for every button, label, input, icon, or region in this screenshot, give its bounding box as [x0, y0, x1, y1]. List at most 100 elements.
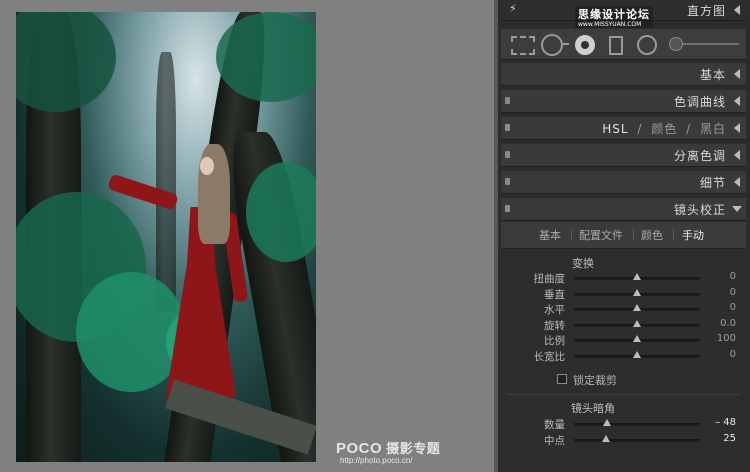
slider-label: 水平: [544, 304, 565, 317]
slider-knob[interactable]: [633, 288, 641, 296]
panel-switch-icon[interactable]: [505, 124, 510, 131]
lens-tab-basic[interactable]: 基本: [539, 227, 561, 243]
lens-subtabs: 基本 配置文件 颜色 手动: [501, 222, 746, 249]
slash-separator: /: [637, 122, 643, 136]
panel-header-label: 基本: [699, 68, 726, 82]
slider-row: 垂直 0: [501, 286, 746, 302]
slider-value[interactable]: 25: [723, 433, 736, 444]
slider-value[interactable]: 0: [730, 349, 736, 360]
crop-overlay-icon[interactable]: [511, 36, 535, 55]
slider-knob[interactable]: [633, 319, 641, 327]
slider-row: 长宽比 0: [501, 348, 746, 364]
site-watermark-badge: 思缘设计论坛 www.MISSYUAN.COM: [575, 6, 653, 28]
section-divider: [507, 394, 740, 395]
tool-strip: [501, 29, 746, 60]
tab-separator: [633, 229, 634, 240]
lens-tab-color[interactable]: 颜色: [641, 227, 663, 243]
slider-row: 旋转 0.0: [501, 317, 746, 333]
graduated-filter-icon[interactable]: [609, 36, 623, 55]
slider-row: 数量 – 48: [501, 416, 746, 432]
panel-header-tone-curve[interactable]: 色调曲线: [501, 90, 746, 113]
photo-canvas: POCO 摄影专题 http://photo.poco.cn/: [0, 0, 494, 472]
hsl-tab-hsl[interactable]: HSL: [602, 122, 628, 136]
expand-triangle-icon: [732, 206, 742, 212]
face: [200, 157, 214, 175]
slider-track[interactable]: [574, 423, 700, 426]
slider-label: 中点: [544, 434, 565, 447]
lens-tab-manual[interactable]: 手动: [682, 227, 704, 243]
slider-label: 长宽比: [533, 351, 566, 363]
tree-trunk: [156, 52, 176, 312]
panel-header-label: 分离色调: [673, 149, 726, 163]
panel-header-basic[interactable]: 基本: [501, 63, 746, 86]
slider-value[interactable]: 0: [730, 302, 736, 313]
collapse-triangle-icon: [734, 150, 740, 160]
slider-knob[interactable]: [633, 351, 641, 358]
tab-separator: [673, 229, 674, 240]
spot-removal-icon[interactable]: [541, 34, 569, 56]
slider-value[interactable]: 0: [730, 287, 736, 298]
collapse-triangle-icon: [734, 96, 740, 106]
hsl-tab-color[interactable]: 颜色: [651, 122, 677, 136]
tab-separator: [571, 229, 572, 240]
histogram-label: 直方图: [686, 4, 726, 18]
slider-value[interactable]: 0.0: [720, 318, 736, 329]
hsl-tabs: HSL / 颜色 / 黑白: [602, 120, 726, 137]
panel-header-detail[interactable]: 细节: [501, 171, 746, 194]
vignette-title: 镜头暗角: [571, 402, 615, 415]
panel-header-split-toning[interactable]: 分离色调: [501, 144, 746, 167]
site-badge-line2: www.MISSYUAN.COM: [578, 21, 642, 28]
slider-track[interactable]: [574, 438, 700, 442]
develop-panel: ⚡ 直方图 基本 色调曲线 HSL / 颜色 / 黑白 分离色调 细节 镜头校正…: [498, 0, 750, 472]
slider-label: 数量: [544, 419, 565, 431]
lock-crop-label: 锁定裁剪: [573, 374, 617, 387]
slider-row: 中点 25: [501, 432, 746, 448]
lens-corrections-body: 基本 配置文件 颜色 手动 变换 扭曲度 0 垂直 0 水平 0 旋转 0.0 比例 100 长宽比…: [501, 222, 746, 472]
slider-knob[interactable]: [633, 304, 641, 312]
panel-header-label: 镜头校正: [673, 203, 726, 217]
slider-knob[interactable]: [601, 434, 610, 442]
slider-value[interactable]: 100: [717, 333, 736, 344]
panel-header-hsl[interactable]: HSL / 颜色 / 黑白: [501, 117, 746, 140]
watermark-title: 摄影专题: [386, 441, 441, 456]
red-eye-icon[interactable]: [575, 35, 595, 55]
collapse-triangle-icon: [734, 177, 740, 187]
lightning-icon[interactable]: ⚡: [509, 2, 517, 15]
slider-label: 旋转: [544, 319, 565, 332]
foliage: [16, 12, 116, 112]
transform-title: 变换: [572, 257, 594, 270]
lens-tab-profile[interactable]: 配置文件: [579, 227, 623, 243]
panel-header-label: 细节: [699, 176, 726, 190]
panel-switch-icon[interactable]: [505, 178, 510, 185]
lock-crop-checkbox[interactable]: [557, 374, 567, 384]
collapse-triangle-icon: [734, 123, 740, 133]
slider-value[interactable]: – 48: [715, 417, 736, 428]
slider-value[interactable]: 0: [730, 271, 736, 282]
radial-filter-icon[interactable]: [637, 35, 657, 55]
foliage: [216, 12, 316, 102]
collapse-triangle-icon: [734, 69, 740, 79]
foliage: [246, 162, 316, 262]
panel-header-label: 色调曲线: [673, 95, 726, 109]
site-badge-line1: 思缘设计论坛: [578, 8, 650, 21]
poco-watermark: POCO 摄影专题 http://photo.poco.cn/: [336, 438, 440, 465]
adjustment-brush-icon[interactable]: [669, 37, 683, 51]
slash-separator: /: [686, 122, 692, 136]
slider-label: 垂直: [544, 288, 565, 301]
panel-switch-icon[interactable]: [505, 151, 510, 158]
panel-switch-icon[interactable]: [505, 205, 510, 212]
panel-header-lens-corrections[interactable]: 镜头校正: [501, 198, 746, 221]
slider-knob[interactable]: [633, 273, 641, 280]
slider-knob[interactable]: [602, 419, 611, 426]
forest-photo[interactable]: [16, 12, 316, 462]
slider-row: 比例 100: [501, 332, 746, 348]
slider-row: 水平 0: [501, 301, 746, 317]
slider-row: 扭曲度 0: [501, 270, 746, 286]
watermark-brand: POCO: [336, 440, 383, 457]
slider-knob[interactable]: [633, 335, 641, 343]
slider-label: 比例: [544, 335, 565, 348]
slider-label: 扭曲度: [533, 273, 566, 285]
hsl-tab-bw[interactable]: 黑白: [700, 122, 726, 136]
panel-switch-icon[interactable]: [505, 97, 510, 104]
collapse-triangle-icon[interactable]: [734, 5, 740, 15]
